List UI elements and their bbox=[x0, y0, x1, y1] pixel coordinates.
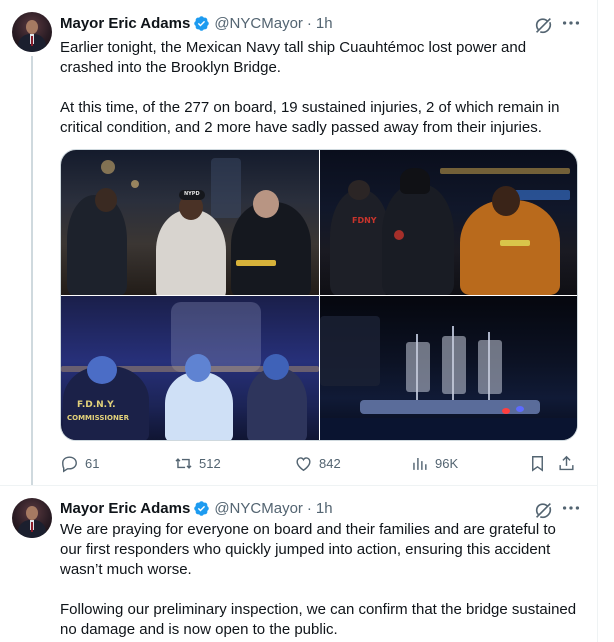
avatar[interactable] bbox=[12, 12, 52, 52]
author-handle[interactable]: @NYCMayor bbox=[214, 15, 303, 32]
tweet-text: Earlier tonight, the Mexican Navy tall s… bbox=[60, 38, 580, 138]
avatar[interactable] bbox=[12, 498, 52, 538]
reply-button[interactable]: 61 bbox=[60, 452, 99, 474]
photo-firefighters-at-night[interactable]: FDNY bbox=[320, 150, 577, 295]
repost-icon bbox=[175, 457, 192, 469]
tweet-text: We are praying for everyone on board and… bbox=[60, 520, 580, 640]
verified-badge-icon bbox=[194, 15, 210, 31]
timestamp[interactable]: 1h bbox=[316, 500, 333, 517]
photo-caption-line1: F.D.N.Y. bbox=[77, 400, 116, 410]
photo-mayor-with-fdny-officials[interactable]: NYPD bbox=[61, 150, 319, 295]
views-count: 96K bbox=[435, 455, 459, 471]
like-count: 842 bbox=[319, 455, 341, 471]
tweet-header: Mayor Eric Adams @NYCMayor · 1h bbox=[60, 12, 333, 34]
like-icon bbox=[296, 456, 311, 471]
tweet[interactable]: Mayor Eric Adams @NYCMayor · 1h Earlier … bbox=[0, 0, 596, 485]
repost-count: 512 bbox=[199, 455, 221, 471]
timestamp[interactable]: 1h bbox=[316, 15, 333, 32]
photo-caption: FDNY bbox=[352, 216, 377, 225]
more-icon[interactable] bbox=[560, 12, 582, 34]
thread-line bbox=[31, 56, 33, 485]
bookmark-button[interactable] bbox=[528, 452, 547, 474]
author-handle[interactable]: @NYCMayor bbox=[214, 500, 303, 517]
bookmark-icon bbox=[532, 455, 543, 472]
tweet-paragraph: At this time, of the 277 on board, 19 su… bbox=[60, 99, 560, 136]
tweet[interactable]: Mayor Eric Adams @NYCMayor · 1h We are p… bbox=[0, 486, 596, 642]
grok-icon[interactable] bbox=[532, 499, 554, 521]
tweet-header: Mayor Eric Adams @NYCMayor · 1h bbox=[60, 497, 333, 519]
column-border bbox=[597, 0, 598, 642]
share-button[interactable] bbox=[557, 452, 576, 474]
views-button[interactable]: 96K bbox=[410, 452, 458, 474]
author-name[interactable]: Mayor Eric Adams bbox=[60, 15, 190, 32]
media-grid: NYPD FDNY F.D.N.Y. COMMISSIONER bbox=[60, 149, 578, 441]
photo-caption: NYPD bbox=[184, 191, 200, 197]
like-button[interactable]: 842 bbox=[294, 452, 341, 474]
reply-icon bbox=[62, 455, 77, 472]
separator-dot: · bbox=[306, 499, 312, 517]
views-icon bbox=[413, 457, 427, 470]
tweet-paragraph: Earlier tonight, the Mexican Navy tall s… bbox=[60, 39, 527, 76]
photo-caption-line2: COMMISSIONER bbox=[67, 414, 129, 422]
separator-dot: · bbox=[306, 14, 312, 32]
verified-badge-icon bbox=[194, 500, 210, 516]
reply-count: 61 bbox=[85, 455, 100, 471]
tweet-paragraph: We are praying for everyone on board and… bbox=[60, 521, 556, 578]
tweet-paragraph: Following our preliminary inspection, we… bbox=[60, 601, 577, 638]
grok-icon[interactable] bbox=[532, 14, 554, 36]
author-name[interactable]: Mayor Eric Adams bbox=[60, 500, 190, 517]
repost-button[interactable]: 512 bbox=[174, 452, 221, 474]
more-icon[interactable] bbox=[560, 497, 582, 519]
share-icon bbox=[559, 455, 574, 470]
photo-fdny-commissioner-viewing-ship[interactable]: F.D.N.Y. COMMISSIONER bbox=[61, 296, 319, 440]
tweet-actions: 61 512 842 96K bbox=[60, 452, 582, 474]
photo-tall-ship-at-night[interactable] bbox=[320, 296, 577, 440]
